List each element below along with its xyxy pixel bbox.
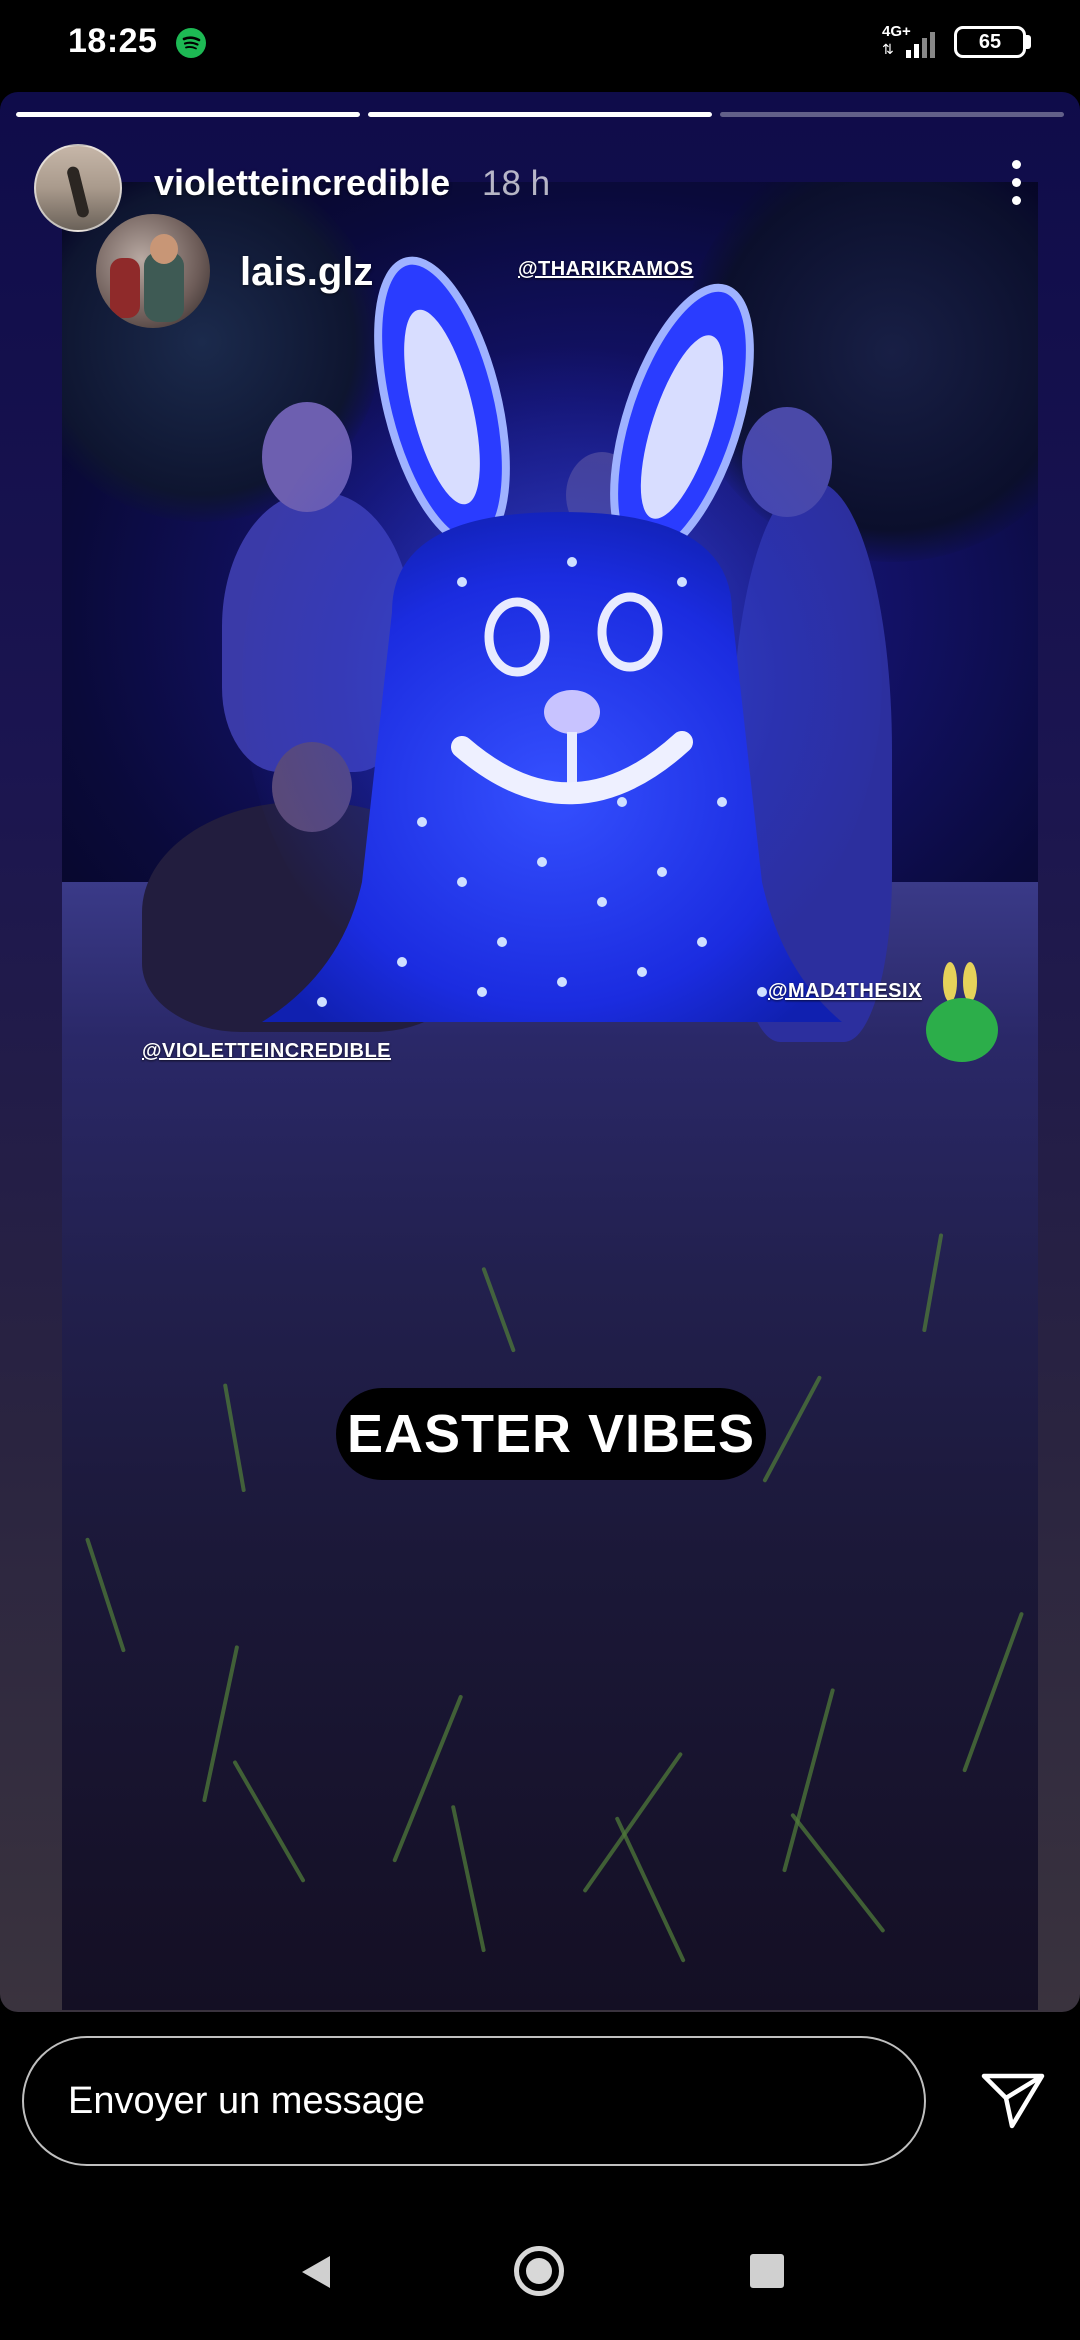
progress-fill	[16, 112, 360, 117]
battery-tip	[1026, 35, 1031, 49]
avatar-face	[150, 234, 178, 264]
story-progress	[16, 112, 1064, 117]
progress-fill	[368, 112, 712, 117]
user-avatar[interactable]	[34, 144, 122, 232]
progress-segment	[720, 112, 1064, 117]
send-icon[interactable]	[978, 2070, 1048, 2130]
status-bar: 18:25 4G+ ⇅ 65	[0, 0, 1080, 90]
mention-tag[interactable]: @THARIKRAMOS	[518, 258, 694, 281]
story-photo	[62, 182, 1038, 2010]
battery-icon: 65	[954, 26, 1026, 58]
spotify-icon	[176, 28, 206, 58]
status-time: 18:25	[68, 22, 158, 60]
avatar-figure	[65, 165, 91, 219]
data-arrows-icon: ⇅	[882, 41, 894, 57]
story-viewer[interactable]: violetteincredible 18 h lais.glz @THARIK…	[0, 92, 1080, 2012]
signal-icon	[906, 32, 935, 58]
easter-bunny-lights	[262, 256, 842, 1022]
home-icon[interactable]	[514, 2246, 564, 2296]
more-options-icon[interactable]	[996, 150, 1036, 216]
mini-bunny-lights	[926, 962, 998, 1062]
battery-level: 65	[978, 31, 1002, 53]
mention-tag[interactable]: @VIOLETTEINCREDIBLE	[142, 1040, 391, 1063]
message-input[interactable]: Envoyer un message	[22, 2036, 926, 2166]
mention-tag[interactable]: @MAD4THESIX	[768, 980, 922, 1003]
story-caption: EASTER VIBES	[336, 1388, 766, 1480]
recents-icon[interactable]	[750, 2254, 784, 2288]
story-timestamp: 18 h	[482, 164, 551, 203]
reply-bar: Envoyer un message	[0, 2012, 1080, 2202]
progress-segment	[368, 112, 712, 117]
repost-avatar[interactable]	[96, 214, 210, 328]
navigation-bar	[0, 2202, 1080, 2340]
repost-username[interactable]: lais.glz	[240, 250, 373, 295]
story-username[interactable]: violetteincredible	[154, 162, 450, 204]
progress-segment	[16, 112, 360, 117]
avatar-person	[110, 258, 140, 318]
back-icon[interactable]	[296, 2252, 336, 2292]
